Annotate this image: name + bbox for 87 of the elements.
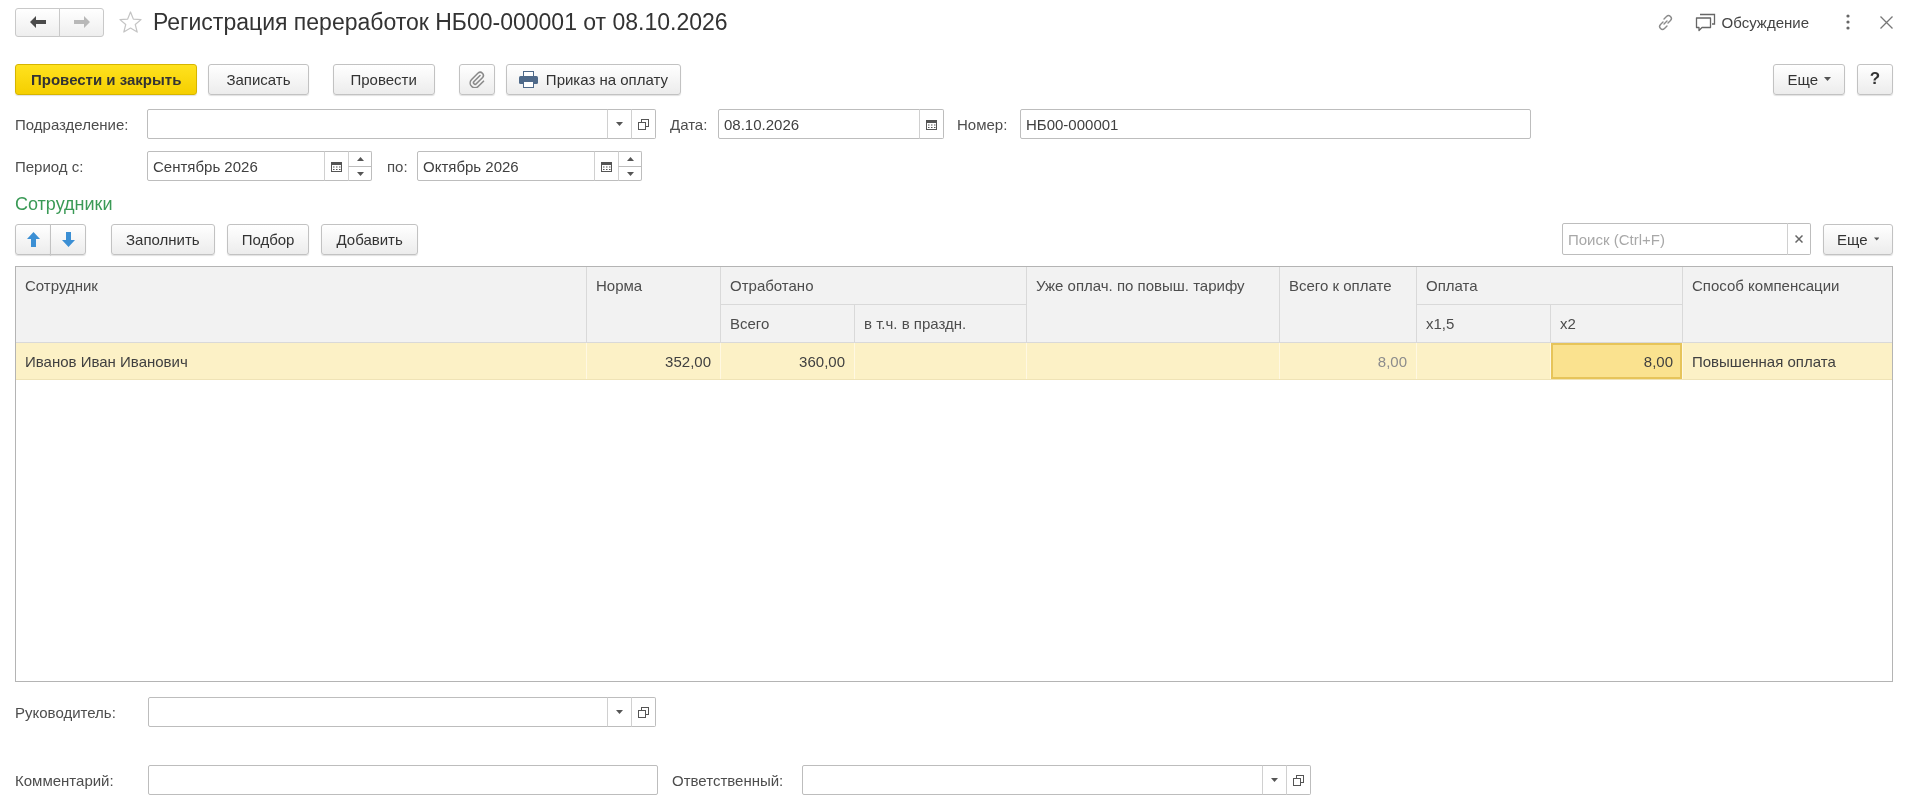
column-header: Норма bbox=[587, 267, 721, 343]
more-button[interactable]: Еще bbox=[1823, 223, 1893, 255]
field-label: Номер: bbox=[957, 115, 1009, 133]
calendar-icon bbox=[926, 118, 937, 130]
input-field[interactable]: НБ00-000001 bbox=[1020, 109, 1531, 139]
spin-up-button[interactable] bbox=[348, 151, 372, 166]
calendar-icon bbox=[601, 160, 612, 172]
clear-button[interactable] bbox=[1787, 223, 1811, 255]
input-field[interactable] bbox=[147, 109, 608, 139]
column-header: x2 bbox=[1551, 305, 1683, 343]
paperclip-icon bbox=[468, 70, 485, 88]
spin-down-button[interactable] bbox=[618, 166, 642, 181]
open-button[interactable] bbox=[631, 109, 656, 139]
toolbar-button[interactable]: Записать bbox=[208, 63, 309, 95]
caret-icon bbox=[616, 710, 623, 714]
calendar-button[interactable] bbox=[919, 109, 944, 139]
column-header: Всего к оплате bbox=[1280, 267, 1417, 343]
table-button[interactable]: Добавить bbox=[321, 223, 418, 255]
table-button[interactable]: Подбор bbox=[226, 223, 310, 255]
column-header: Всего bbox=[721, 305, 855, 343]
field-label: Дата: bbox=[670, 115, 709, 133]
field-label: по: bbox=[387, 157, 409, 175]
attach-button[interactable] bbox=[458, 63, 495, 95]
input-field[interactable] bbox=[148, 765, 658, 795]
table-cell: 8,00 bbox=[1551, 343, 1683, 379]
column-header: Способ компенсации bbox=[1683, 267, 1892, 343]
table-cell: 352,00 bbox=[587, 343, 721, 379]
table-cell: 8,00 bbox=[1280, 343, 1417, 379]
input-field[interactable] bbox=[148, 697, 608, 727]
section-title: Сотрудники bbox=[15, 193, 114, 215]
move-up-button[interactable] bbox=[15, 223, 51, 255]
column-header: Оплата bbox=[1417, 267, 1683, 305]
column-header: в т.ч. в праздн. bbox=[855, 305, 1027, 343]
discussion-button[interactable]: Обсуждение bbox=[1694, 12, 1809, 32]
table-row[interactable]: Иванов Иван Иванович 352,00 360,00 8,00 8,00 Повышенная оплата bbox=[16, 343, 1892, 380]
kebab-menu-icon[interactable] bbox=[1846, 14, 1850, 30]
caret-up-icon bbox=[356, 157, 364, 161]
squares-icon bbox=[638, 118, 649, 130]
star-icon[interactable] bbox=[119, 11, 142, 33]
field-label: Период с: bbox=[15, 157, 85, 175]
window-title: Регистрация переработок НБ00-000001 от 08.10.2026 bbox=[153, 8, 728, 36]
column-header: Уже оплач. по повыш. тарифу bbox=[1027, 267, 1280, 343]
field-label: Ответственный: bbox=[672, 771, 785, 789]
input-field[interactable]: Сентябрь 2026 bbox=[147, 151, 325, 181]
left-arrow-icon bbox=[29, 16, 46, 28]
open-button[interactable] bbox=[1286, 765, 1311, 795]
back-button[interactable] bbox=[15, 7, 60, 37]
move-down-button[interactable] bbox=[50, 223, 86, 255]
table-button[interactable]: Заполнить bbox=[111, 223, 215, 255]
table-cell: 360,00 bbox=[721, 343, 855, 379]
column-header: x1,5 bbox=[1417, 305, 1551, 343]
help-button[interactable]: ? bbox=[1857, 63, 1893, 95]
spin-down-button[interactable] bbox=[348, 166, 372, 181]
squares-icon bbox=[638, 706, 649, 718]
printer-icon bbox=[518, 70, 538, 88]
open-button[interactable] bbox=[631, 697, 656, 727]
down-arrow-icon bbox=[61, 231, 75, 247]
post-and-close-button[interactable]: Провести и закрыть bbox=[15, 63, 198, 95]
input-field[interactable] bbox=[802, 765, 1263, 795]
close-icon bbox=[1795, 235, 1803, 243]
caret-icon bbox=[356, 171, 364, 176]
caret-icon bbox=[1271, 778, 1278, 782]
print-button[interactable]: Приказ на оплату bbox=[505, 63, 682, 95]
caret-up-icon bbox=[626, 157, 634, 161]
column-header: Сотрудник bbox=[16, 267, 587, 343]
right-arrow-icon bbox=[73, 16, 90, 28]
calendar-icon bbox=[331, 160, 342, 172]
table-cell-text: Повышенная оплата bbox=[1691, 351, 1837, 372]
chat-icon bbox=[1694, 12, 1716, 32]
squares-icon bbox=[1293, 774, 1304, 786]
field-label: Подразделение: bbox=[15, 115, 130, 133]
field-label: Руководитель: bbox=[15, 703, 117, 721]
caret-icon bbox=[616, 122, 623, 126]
spin-up-button[interactable] bbox=[618, 151, 642, 166]
input-field[interactable]: Октябрь 2026 bbox=[417, 151, 595, 181]
caret-icon bbox=[626, 171, 634, 176]
search-field[interactable]: Поиск (Ctrl+F) bbox=[1562, 223, 1788, 255]
more-button[interactable]: Еще bbox=[1773, 63, 1845, 95]
caret-icon bbox=[1873, 237, 1879, 241]
field-label: Комментарий: bbox=[15, 771, 115, 789]
table-cell: Иванов Иван Иванович bbox=[16, 343, 587, 379]
up-arrow-icon bbox=[26, 231, 40, 247]
caret-icon bbox=[1824, 77, 1831, 81]
close-icon[interactable] bbox=[1880, 15, 1893, 29]
toolbar-button[interactable]: Провести bbox=[332, 63, 435, 95]
input-field[interactable]: 08.10.2026 bbox=[718, 109, 920, 139]
column-header: Отработано bbox=[721, 267, 1027, 305]
